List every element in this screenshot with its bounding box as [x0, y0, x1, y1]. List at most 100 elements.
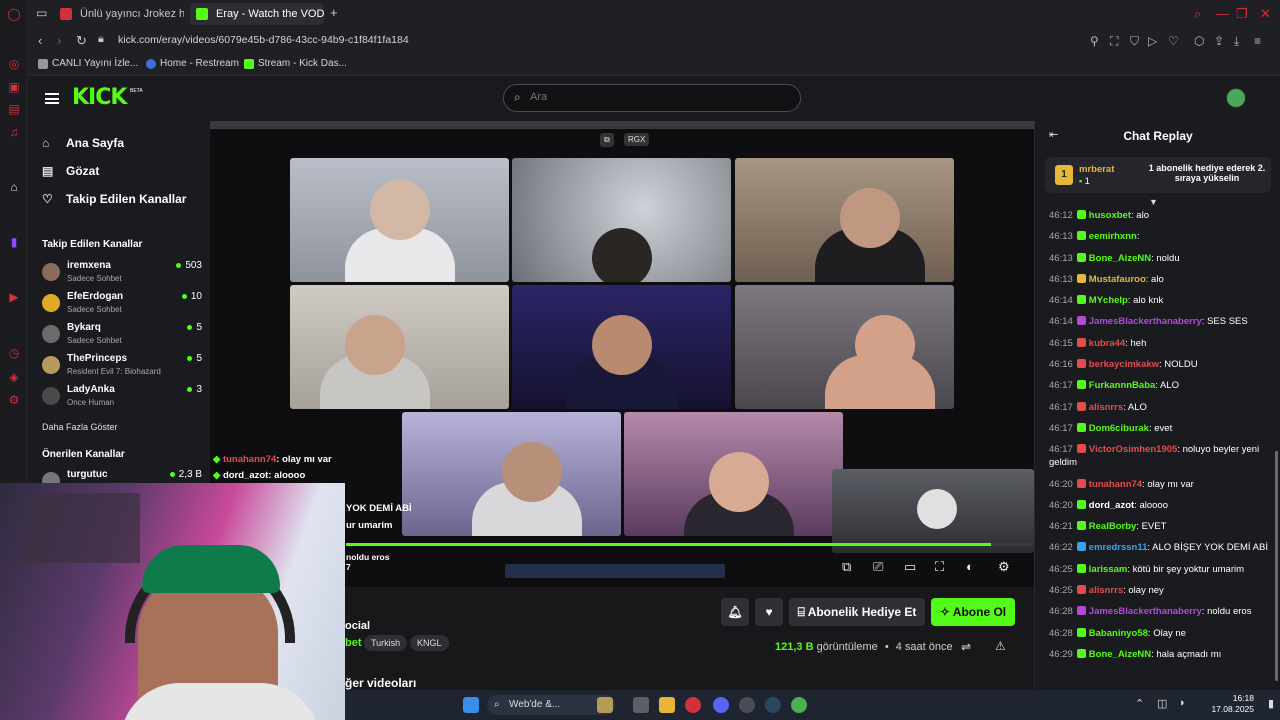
report-icon[interactable]: ⚠ — [995, 639, 1006, 653]
minimize-icon[interactable]: — — [1216, 6, 1229, 21]
volume-icon[interactable]: ◗ — [1179, 697, 1186, 709]
tray-app-icon[interactable]: ◫ — [1157, 697, 1167, 710]
play-icon[interactable]: ▷ — [1148, 34, 1157, 48]
fullscreen-icon[interactable]: ⛶ — [935, 559, 944, 575]
channel-item[interactable]: Bykarq Sadece Sohbet 5 — [42, 322, 202, 350]
maximize-icon[interactable]: ❐ — [1236, 6, 1248, 22]
extensions-icon[interactable]: ◈ — [7, 370, 21, 384]
chat-username[interactable]: JamesBlackerthanaberry — [1089, 316, 1202, 327]
snapshot-icon[interactable]: ⛶ — [1110, 34, 1118, 49]
shield-icon[interactable]: ⛉ — [1130, 34, 1139, 49]
reload-icon[interactable]: ↻ — [76, 33, 87, 49]
theater-icon[interactable]: ▭ — [904, 559, 916, 575]
tab-2[interactable]: Eray - Watch the VOD on — [190, 3, 324, 25]
chrome-icon[interactable] — [791, 697, 807, 713]
back-icon[interactable]: ‹ — [38, 33, 42, 48]
file-explorer-icon[interactable] — [659, 697, 675, 713]
chat-username[interactable]: Babaninyo58 — [1089, 628, 1148, 639]
chat-icon[interactable]: ▤ — [7, 102, 21, 116]
download-icon[interactable]: ⤓ — [1234, 34, 1239, 49]
user-avatar[interactable] — [1226, 88, 1246, 108]
url-field[interactable]: kick.com/eray/videos/6079e45b-d786-43cc-… — [118, 34, 409, 46]
start-icon[interactable] — [463, 697, 479, 713]
bookmark-2[interactable]: Home - Restream — [146, 58, 239, 69]
expand-pinned-icon[interactable]: ▼ — [1149, 197, 1158, 207]
chat-username[interactable]: larissam — [1089, 564, 1128, 575]
gift-subscription-button[interactable]: ⌸ Abonelik Hediye Et — [789, 598, 925, 626]
chat-username[interactable]: Bone_AizeNN — [1089, 253, 1151, 264]
nav-browse[interactable]: ▤ Gözat — [42, 164, 99, 178]
kick-sidebar-icon[interactable]: ⌂ — [7, 180, 21, 194]
kick-logo[interactable]: KICK — [72, 85, 127, 110]
settings-icon[interactable]: ⚙ — [7, 393, 21, 407]
channel-item[interactable]: iremxena Sadece Sohbet 503 — [42, 260, 202, 288]
stream-category[interactable]: bet — [345, 637, 362, 649]
opera-taskbar-icon[interactable] — [685, 697, 701, 713]
search-input[interactable] — [530, 91, 780, 103]
chat-username[interactable]: Mustafauroo — [1089, 274, 1146, 285]
chat-username[interactable]: JamesBlackerthanaberry — [1089, 606, 1202, 617]
forward-icon[interactable]: › — [57, 33, 61, 48]
extensions-bar-icon[interactable]: ⬡ — [1194, 34, 1204, 48]
chat-username[interactable]: emredrssn11 — [1089, 542, 1148, 553]
chat-username[interactable]: dord_azot — [1089, 500, 1134, 511]
steam-icon[interactable] — [765, 697, 781, 713]
video-progress-bar[interactable] — [346, 543, 1032, 546]
tag-turkish[interactable]: Turkish — [364, 635, 408, 651]
subscribe-button[interactable]: ✧ Abone Ol — [931, 598, 1015, 626]
tab-1[interactable]: Ünlü yayıncı Jrokez hayat — [54, 3, 184, 25]
share-icon[interactable]: ⇪ — [1214, 34, 1224, 48]
obs-icon[interactable] — [739, 697, 755, 713]
widgets-icon[interactable] — [597, 697, 613, 713]
hamburger-menu-icon[interactable] — [45, 93, 59, 104]
twitch-icon[interactable]: ▮ — [7, 235, 21, 249]
notification-bell-icon[interactable]: 🔔︎ — [721, 598, 749, 626]
chat-username[interactable]: eemirhxnn — [1089, 231, 1137, 242]
chat-username[interactable]: VictorOsimhen1905 — [1089, 444, 1178, 455]
new-tab-icon[interactable]: + — [330, 5, 338, 20]
chat-username[interactable]: Bone_AizeNN — [1089, 649, 1151, 660]
chat-scrollbar[interactable] — [1275, 451, 1278, 681]
channel-item[interactable]: EfeErdogan Sadece Sohbet 10 — [42, 291, 202, 319]
settings-gear-icon[interactable]: ⚙ — [998, 559, 1010, 575]
rgx-icon[interactable]: RGX — [624, 133, 650, 146]
chat-username[interactable]: kubra44 — [1089, 338, 1125, 349]
player-icon[interactable]: ▶ — [7, 290, 21, 304]
heart-bookmark-icon[interactable]: ♡ — [1168, 34, 1179, 48]
chat-username[interactable]: tunahann74 — [1089, 479, 1142, 490]
nav-following[interactable]: ♡ Takip Edilen Kanallar — [42, 192, 186, 206]
taskbar-search[interactable]: ⌕ Web'de &... — [487, 695, 615, 715]
share-video-icon[interactable]: ⇌ — [961, 640, 971, 654]
menu-icon[interactable]: ≡ — [1254, 34, 1261, 48]
music-icon[interactable]: ♫ — [7, 125, 21, 139]
follow-heart-icon[interactable]: ♥ — [755, 598, 783, 626]
chat-username[interactable]: husoxbet — [1089, 210, 1131, 221]
chat-username[interactable]: alisnrrs — [1089, 585, 1123, 596]
chat-username[interactable]: RealBorby — [1089, 521, 1137, 532]
search-tabs-icon[interactable]: ⌕ — [1194, 6, 1201, 22]
history-icon[interactable]: ◷ — [7, 346, 21, 360]
chat-username[interactable]: MYchelp — [1089, 295, 1128, 306]
pinned-leaderboard[interactable]: 1 mrberat ▪ 1 1 abonelik hediye ederek 2… — [1045, 157, 1271, 193]
tab-menu-icon[interactable]: ▭ — [36, 6, 47, 20]
grid-view-icon[interactable]: ⧉ — [600, 133, 614, 147]
tray-chevron-icon[interactable]: ⌃ — [1135, 697, 1144, 710]
chat-username[interactable]: alisnrrs — [1089, 402, 1123, 413]
bookmark-1[interactable]: CANLI Yayını İzle... — [38, 58, 138, 69]
search-box[interactable]: ⌕ — [503, 84, 801, 112]
pin-icon[interactable]: ⚲ — [1090, 34, 1099, 48]
system-clock[interactable]: 16:18 17.08.2025 — [1211, 693, 1254, 715]
tag-kngl[interactable]: KNGL — [410, 635, 449, 651]
chat-username[interactable]: FurkannnBaba — [1089, 380, 1156, 391]
channel-item[interactable]: ThePrinceps Resident Evil 7: Biohazard 5 — [42, 353, 202, 381]
notifications-icon[interactable]: ▮ — [1268, 697, 1274, 710]
show-more-link[interactable]: Daha Fazla Göster — [42, 422, 118, 432]
speed-icon[interactable]: ◐ — [966, 559, 974, 574]
clip-icon[interactable]: ⎚ — [873, 559, 883, 575]
chat-username[interactable]: Dom6ciburak — [1089, 423, 1149, 434]
chat-username[interactable]: berkaycimkakw — [1089, 359, 1159, 370]
bookmark-3[interactable]: Stream - Kick Das... — [244, 58, 347, 69]
channel-item[interactable]: LadyAnka Once Human 3 — [42, 384, 202, 412]
task-view-icon[interactable] — [633, 697, 649, 713]
discord-icon[interactable] — [713, 697, 729, 713]
